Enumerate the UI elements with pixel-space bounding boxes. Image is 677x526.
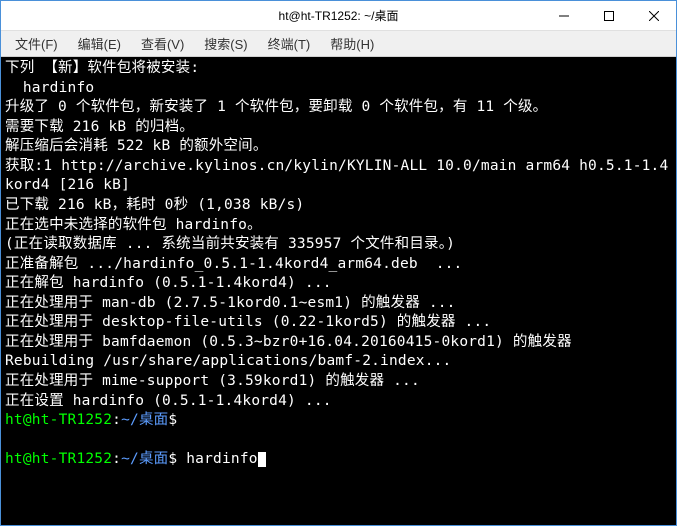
terminal-line: 下列 【新】软件包将被安装: (5, 60, 199, 76)
menu-view[interactable]: 查看(V) (131, 32, 194, 55)
window-controls (541, 1, 676, 30)
terminal-line: 需要下载 216 kB 的归档。 (5, 119, 194, 135)
terminal-line: 正在处理用于 man-db (2.7.5-1kord0.1~esm1) 的触发器… (5, 295, 456, 311)
terminal-line: 正在处理用于 mime-support (3.59kord1) 的触发器 ... (5, 373, 420, 389)
terminal-line: (正在读取数据库 ... 系统当前共安装有 335957 个文件和目录。) (5, 236, 455, 252)
terminal-line: 解压缩后会消耗 522 kB 的额外空间。 (5, 138, 268, 154)
terminal-line: 获取:1 http://archive.kylinos.cn/kylin/KYL… (5, 158, 668, 194)
prompt-path: ~/桌面 (121, 451, 168, 467)
terminal-line: 正在处理用于 desktop-file-utils (0.22-1kord5) … (5, 314, 491, 330)
terminal-line: Rebuilding /usr/share/applications/bamf-… (5, 353, 452, 369)
terminal-line: 正在选中未选择的软件包 hardinfo。 (5, 217, 262, 233)
terminal-output[interactable]: 下列 【新】软件包将被安装: hardinfo 升级了 0 个软件包，新安装了 … (1, 57, 676, 525)
close-icon (649, 11, 659, 21)
prompt-user: ht@ht-TR1252 (5, 451, 112, 467)
prompt-symbol: $ (168, 412, 177, 428)
terminal-line: 升级了 0 个软件包，新安装了 1 个软件包，要卸载 0 个软件包，有 11 个… (5, 99, 547, 115)
menu-terminal[interactable]: 终端(T) (258, 32, 321, 55)
terminal-line: 正准备解包 .../hardinfo_0.5.1-1.4kord4_arm64.… (5, 256, 462, 272)
terminal-cursor (258, 452, 266, 467)
window-close-button[interactable] (631, 1, 676, 30)
menu-file[interactable]: 文件(F) (5, 32, 68, 55)
minimize-icon (559, 11, 569, 21)
terminal-line: hardinfo (5, 80, 94, 96)
terminal-line: 已下载 216 kB，耗时 0秒 (1,038 kB/s) (5, 197, 304, 213)
maximize-icon (604, 11, 614, 21)
terminal-line: 正在设置 hardinfo (0.5.1-1.4kord4) ... (5, 393, 332, 409)
window-titlebar: ht@ht-TR1252: ~/桌面 (1, 1, 676, 31)
prompt-user: ht@ht-TR1252 (5, 412, 112, 428)
menubar: 文件(F) 编辑(E) 查看(V) 搜索(S) 终端(T) 帮助(H) (1, 31, 676, 57)
prompt-path: ~/桌面 (121, 412, 168, 428)
window-maximize-button[interactable] (586, 1, 631, 30)
menu-help[interactable]: 帮助(H) (320, 32, 384, 55)
prompt-sep: : (112, 451, 121, 467)
menu-edit[interactable]: 编辑(E) (68, 32, 131, 55)
prompt-command: hardinfo (186, 451, 257, 467)
prompt-symbol: $ (168, 451, 177, 467)
terminal-line: 正在处理用于 bamfdaemon (0.5.3~bzr0+16.04.2016… (5, 334, 572, 350)
window-minimize-button[interactable] (541, 1, 586, 30)
terminal-line: 正在解包 hardinfo (0.5.1-1.4kord4) ... (5, 275, 332, 291)
menu-search[interactable]: 搜索(S) (194, 32, 257, 55)
prompt-sep: : (112, 412, 121, 428)
